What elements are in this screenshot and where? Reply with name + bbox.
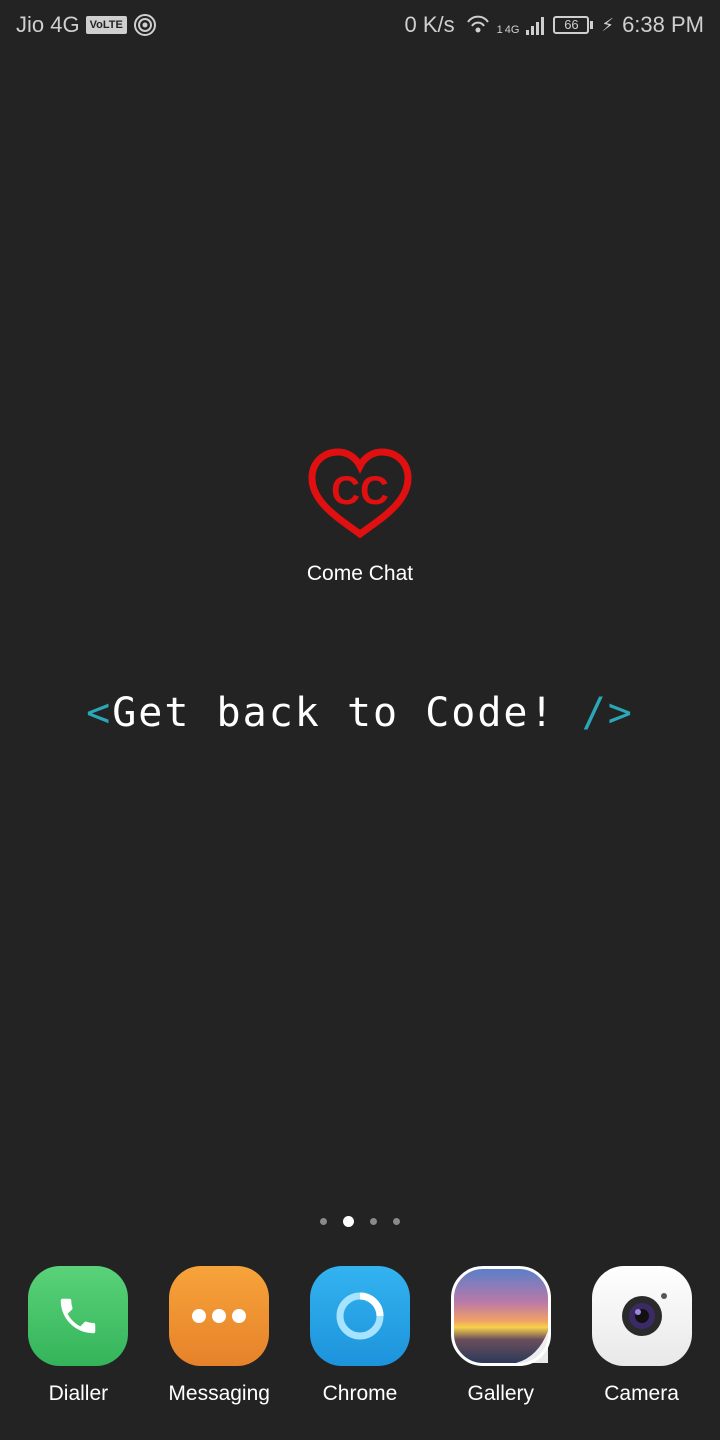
gallery-icon[interactable] (450, 1266, 551, 1366)
dock-item-dialler[interactable]: Dialler (13, 1266, 143, 1416)
dock-item-messaging[interactable]: Messaging (154, 1266, 284, 1416)
wifi-calling-icon (465, 13, 491, 37)
dock-item-gallery[interactable]: Gallery (436, 1266, 566, 1416)
battery-level: 66 (553, 16, 590, 34)
messaging-icon[interactable] (169, 1266, 270, 1366)
dock-label-messaging: Messaging (168, 1382, 270, 1405)
dock-label-gallery: Gallery (467, 1382, 535, 1405)
chrome-icon[interactable] (309, 1266, 410, 1366)
camera-icon[interactable] (591, 1266, 692, 1366)
come-chat-heart-icon: CC (308, 448, 412, 539)
come-chat-logo-text: CC (331, 469, 389, 513)
carrier-name: Jio 4G (16, 12, 80, 37)
tagline-close-bracket: /> (581, 690, 634, 736)
phone-icon[interactable] (28, 1266, 129, 1366)
volte-badge: VoLTE (85, 16, 127, 34)
come-chat-app-icon[interactable]: CC Come Chat (260, 448, 460, 586)
signal-icon (525, 14, 547, 36)
clock: 6:38 PM (622, 12, 704, 37)
battery-icon: 66 (553, 16, 594, 34)
page-dot-active (343, 1216, 354, 1227)
network-sup: 1 (496, 24, 503, 36)
dock-label-chrome: Chrome (322, 1382, 398, 1405)
network-speed: 0 K/s (404, 12, 455, 37)
dock-item-camera[interactable]: Camera (577, 1266, 707, 1416)
dock-label-dialler: Dialler (48, 1382, 109, 1405)
status-bar: Jio 4G VoLTE 0 K/s 1 4G 66 ⚡ 6:38 PM (0, 0, 720, 50)
dock-label-camera: Camera (604, 1382, 679, 1405)
page-dot (320, 1218, 327, 1225)
dock: Dialler Messaging Chrome Gallery Camera (0, 1266, 720, 1416)
tagline-text: Get back to Code! (112, 690, 556, 736)
code-tagline: <Get back to Code! /> (0, 690, 720, 736)
network-type: 4G (504, 24, 520, 36)
home-screen: Jio 4G VoLTE 0 K/s 1 4G 66 ⚡ 6:38 PM CC … (0, 0, 720, 1440)
status-bar-left: Jio 4G VoLTE (16, 12, 157, 38)
tagline-open-bracket: < (86, 690, 113, 736)
dock-item-chrome[interactable]: Chrome (295, 1266, 425, 1416)
charging-icon: ⚡ (601, 14, 615, 35)
page-indicator (0, 1216, 720, 1227)
status-bar-right: 0 K/s 1 4G 66 ⚡ 6:38 PM (404, 12, 704, 38)
page-dot (393, 1218, 400, 1225)
page-dot (370, 1218, 377, 1225)
battery-tip (590, 21, 594, 29)
hotspot-icon (133, 13, 157, 37)
come-chat-label: Come Chat (306, 562, 414, 585)
